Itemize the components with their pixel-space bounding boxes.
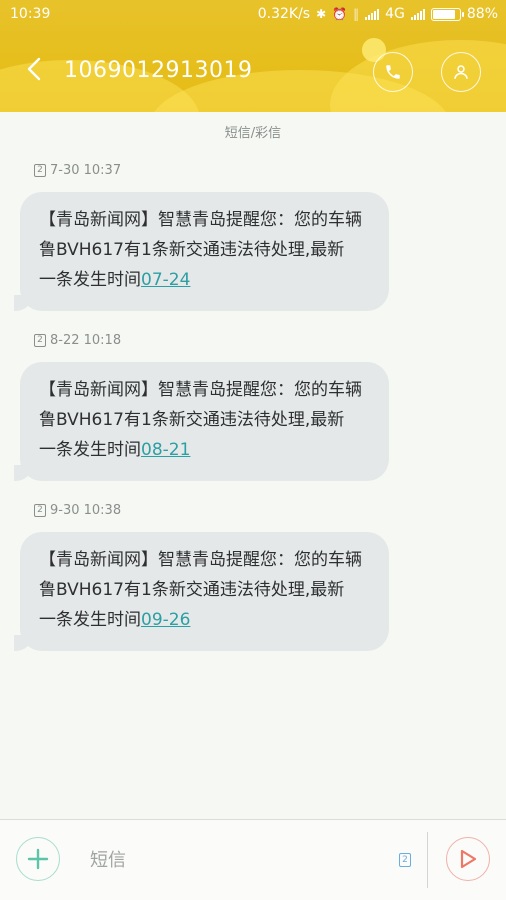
timestamp-text: 7-30 10:37 — [50, 163, 122, 178]
add-attachment-button[interactable] — [16, 837, 60, 881]
message-line: 一条发生时间07-24 — [39, 265, 371, 295]
date-link[interactable]: 09-26 — [141, 610, 190, 630]
message-text: 一条发生时间 — [39, 610, 141, 630]
compose-bar: 2 — [0, 819, 506, 900]
message-line: 一条发生时间08-21 — [39, 435, 371, 465]
status-bar: 10:39 0.32K/s ✱ ⏰ ‖ 4G 88% — [0, 0, 506, 30]
send-button[interactable] — [446, 837, 490, 881]
chevron-left-icon — [27, 57, 41, 81]
battery-icon — [430, 7, 464, 21]
message-bubble[interactable]: 【青岛新闻网】智慧青岛提醒您：您的车辆 鲁BVH617有1条新交通违法待处理,最… — [14, 532, 389, 651]
header-bar: 10:39 0.32K/s ✱ ⏰ ‖ 4G 88% 1069012913019 — [0, 0, 506, 112]
signal-icon — [365, 8, 380, 20]
timestamp-text: 8-22 10:18 — [50, 333, 122, 348]
call-button[interactable] — [373, 52, 413, 92]
send-icon — [460, 849, 477, 869]
date-link[interactable]: 07-24 — [141, 270, 190, 290]
message-timestamp: 2 7-30 10:37 — [34, 163, 121, 178]
sim-badge: 2 — [34, 334, 46, 347]
message-line: 【青岛新闻网】智慧青岛提醒您：您的车辆 — [39, 210, 362, 230]
sim-select-badge[interactable]: 2 — [399, 853, 411, 867]
message-bubble[interactable]: 【青岛新闻网】智慧青岛提醒您：您的车辆 鲁BVH617有1条新交通违法待处理,最… — [14, 362, 389, 481]
status-time: 10:39 — [10, 6, 51, 22]
plus-icon — [27, 848, 49, 870]
sim-badge: 2 — [34, 164, 46, 177]
message-line: 【青岛新闻网】智慧青岛提醒您：您的车辆 — [39, 380, 362, 400]
phone-icon — [386, 65, 400, 79]
message-input[interactable] — [90, 846, 390, 874]
back-button[interactable] — [26, 56, 52, 86]
message-timestamp: 2 9-30 10:38 — [34, 503, 121, 518]
contact-number: 1069012913019 — [64, 58, 253, 83]
alarm-icon: ⏰ — [332, 7, 348, 21]
conversation-type-label: 短信/彩信 — [224, 126, 282, 141]
contact-info-button[interactable] — [441, 52, 481, 92]
timestamp-text: 9-30 10:38 — [50, 503, 122, 518]
person-icon — [454, 65, 468, 79]
sim-badge: 2 — [34, 504, 46, 517]
message-input-container: 2 — [76, 832, 428, 888]
signal-icon-2 — [410, 8, 425, 20]
message-line: 鲁BVH617有1条新交通违法待处理,最新 — [39, 580, 345, 600]
message-text: 一条发生时间 — [39, 270, 141, 290]
message-bubble[interactable]: 【青岛新闻网】智慧青岛提醒您：您的车辆 鲁BVH617有1条新交通违法待处理,最… — [14, 192, 389, 311]
network-type: 4G — [385, 6, 405, 22]
message-line: 【青岛新闻网】智慧青岛提醒您：您的车辆 — [39, 550, 362, 570]
vibrate-icon: ‖ — [353, 7, 360, 21]
message-timestamp: 2 8-22 10:18 — [34, 333, 121, 348]
bluetooth-icon: ✱ — [316, 7, 327, 21]
title-row: 1069012913019 — [0, 50, 506, 94]
message-text: 一条发生时间 — [39, 440, 141, 460]
message-line: 鲁BVH617有1条新交通违法待处理,最新 — [39, 240, 345, 260]
net-speed: 0.32K/s — [257, 6, 311, 22]
date-link[interactable]: 08-21 — [141, 440, 190, 460]
message-line: 一条发生时间09-26 — [39, 605, 371, 635]
battery-percent: 88% — [466, 6, 498, 22]
message-line: 鲁BVH617有1条新交通违法待处理,最新 — [39, 410, 345, 430]
